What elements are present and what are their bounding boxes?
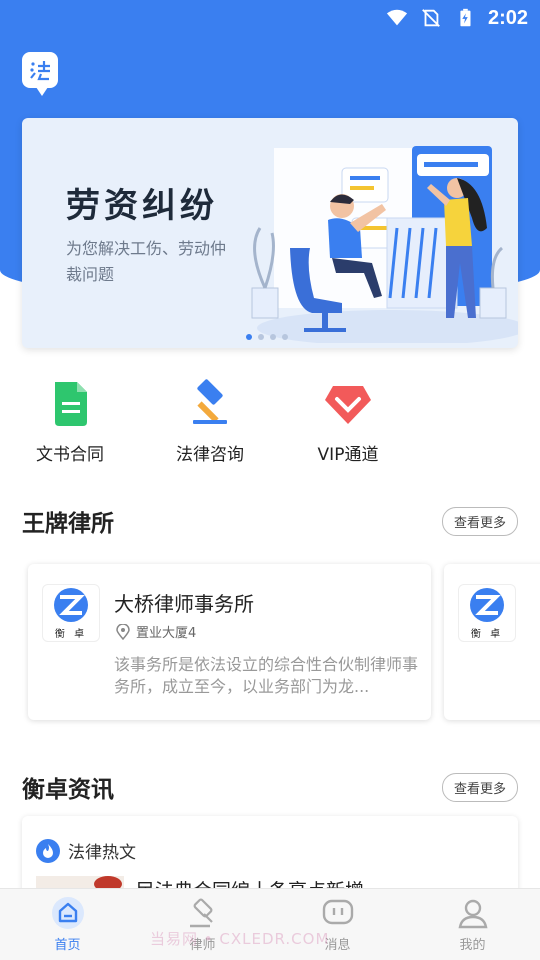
- promo-banner[interactable]: 劳资纠纷 为您解决工伤、劳动仲裁问题: [22, 118, 518, 348]
- section-title: 王牌律所: [22, 511, 114, 537]
- banner-title: 劳资纠纷: [66, 186, 218, 226]
- quick-action-label: 文书合同: [36, 445, 104, 465]
- firm-logo-text: 衡 卓: [470, 628, 504, 640]
- quick-action-documents[interactable]: 文书合同: [10, 378, 130, 465]
- tab-label: 消息: [324, 938, 351, 953]
- law-firms-more-button[interactable]: 查看更多: [441, 506, 518, 536]
- carousel-dot[interactable]: [270, 334, 276, 340]
- law-logo-icon: [30, 61, 50, 81]
- tab-messages[interactable]: 消息: [270, 889, 405, 960]
- no-sim-icon: [422, 9, 440, 27]
- home-icon: [51, 897, 84, 929]
- section-title: 衡卓资讯: [22, 777, 114, 803]
- wifi-icon: [386, 9, 408, 26]
- carousel-dot[interactable]: [246, 334, 252, 340]
- firm-logo: 衡 卓: [458, 584, 516, 642]
- news-more-button[interactable]: 查看更多: [441, 772, 518, 802]
- status-bar: 2:02: [0, 0, 540, 36]
- app-logo[interactable]: [22, 52, 58, 96]
- tab-label: 律师: [189, 938, 216, 953]
- document-icon: [55, 382, 87, 426]
- quick-action-vip[interactable]: VIP通道: [288, 378, 408, 465]
- carousel-dot[interactable]: [282, 334, 288, 340]
- gavel-icon: [193, 379, 227, 424]
- banner-illustration: [251, 146, 518, 343]
- news-header: 衡卓资讯 查看更多: [22, 770, 518, 804]
- tab-label: 我的: [459, 938, 486, 953]
- quick-action-consult[interactable]: 法律咨询: [150, 378, 270, 465]
- law-firm-card[interactable]: 衡 卓 大桥律师事务所 置业大厦4 该事务所是依法设立的综合性合伙制律师事务所，…: [28, 564, 431, 720]
- firm-logo: 衡 卓: [42, 584, 100, 642]
- hengzhuo-logo-icon: [470, 587, 504, 622]
- quick-action-label: VIP通道: [317, 445, 379, 465]
- firm-address-text: 置业大厦4: [136, 626, 197, 641]
- tab-lawyer[interactable]: 律师: [135, 889, 270, 960]
- news-tag: 法律热文: [36, 838, 136, 863]
- tab-home[interactable]: 首页: [0, 889, 135, 960]
- firm-logo-text: 衡 卓: [54, 628, 88, 640]
- battery-charging-icon: [460, 8, 471, 27]
- quick-actions: 文书合同 法律咨询 VIP通道: [0, 378, 540, 478]
- news-tag-label: 法律热文: [68, 843, 136, 863]
- gavel-icon: [189, 898, 213, 928]
- bottom-tab-bar: 首页 律师 消息 我的: [0, 888, 540, 960]
- law-firms-header: 王牌律所 查看更多: [22, 504, 518, 538]
- clock: 2:02: [487, 6, 528, 29]
- firm-name: 大桥律师事务所: [114, 592, 254, 616]
- firm-description: 该事务所是依法设立的综合性合伙制律师事务所，成立至今，以业务部门为龙...: [114, 655, 419, 696]
- tab-profile[interactable]: 我的: [405, 889, 540, 960]
- carousel-dot[interactable]: [258, 334, 264, 340]
- carousel-indicator: [246, 334, 288, 340]
- hengzhuo-logo-icon: [54, 587, 88, 622]
- firm-address: 置业大厦4: [116, 622, 196, 641]
- fire-icon: [36, 838, 60, 863]
- banner-subtitle: 为您解决工伤、劳动仲裁问题: [66, 239, 227, 284]
- location-pin-icon: [116, 623, 130, 640]
- law-firm-card[interactable]: 衡 卓: [444, 564, 540, 720]
- quick-action-label: 法律咨询: [176, 445, 244, 465]
- tab-label: 首页: [54, 938, 81, 953]
- vip-heart-icon: [325, 386, 371, 424]
- chat-icon: [322, 899, 353, 925]
- user-icon: [458, 899, 487, 929]
